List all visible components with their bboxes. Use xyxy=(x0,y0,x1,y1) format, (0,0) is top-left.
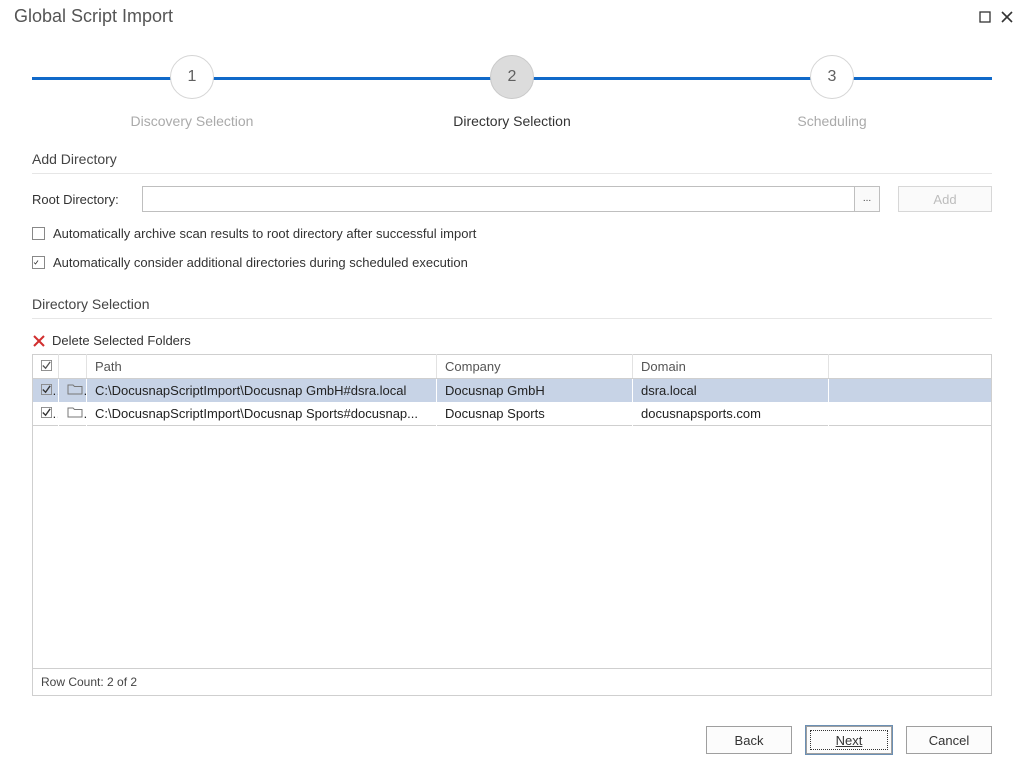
next-button[interactable]: Next xyxy=(806,726,892,754)
cell-company: Docusnap Sports xyxy=(437,402,633,426)
browse-button[interactable]: ... xyxy=(854,186,880,212)
step-directory[interactable]: 2 Directory Selection xyxy=(352,55,672,129)
col-domain[interactable]: Domain xyxy=(633,355,829,379)
consider-check-row: Automatically consider additional direct… xyxy=(32,255,992,270)
archive-label: Automatically archive scan results to ro… xyxy=(53,226,476,241)
row-checkbox[interactable] xyxy=(33,402,59,426)
table-row[interactable]: C:\DocusnapScriptImport\Docusnap GmbH#ds… xyxy=(33,379,992,403)
col-company[interactable]: Company xyxy=(437,355,633,379)
add-button[interactable]: Add xyxy=(898,186,992,212)
window-title: Global Script Import xyxy=(14,6,970,27)
root-directory-label: Root Directory: xyxy=(32,192,142,207)
row-checkbox[interactable] xyxy=(33,379,59,403)
dialog-window: Global Script Import 1 Discovery Selecti… xyxy=(0,0,1024,768)
directory-selection-heading: Directory Selection xyxy=(32,296,992,319)
cancel-button[interactable]: Cancel xyxy=(906,726,992,754)
delete-selected-button[interactable]: Delete Selected Folders xyxy=(32,333,992,348)
back-button[interactable]: Back xyxy=(706,726,792,754)
select-all-header[interactable] xyxy=(33,355,59,379)
add-directory-heading: Add Directory xyxy=(32,151,992,174)
directory-table: Path Company Domain C:\DocusnapScriptImp… xyxy=(32,354,992,426)
folder-icon xyxy=(59,402,87,426)
folder-icon xyxy=(59,379,87,403)
row-count-label: Row Count: 2 of 2 xyxy=(32,669,992,696)
root-directory-input[interactable] xyxy=(142,186,854,212)
wizard-stepper: 1 Discovery Selection 2 Directory Select… xyxy=(32,55,992,135)
cell-company: Docusnap GmbH xyxy=(437,379,633,403)
cell-domain: docusnapsports.com xyxy=(633,402,829,426)
archive-checkbox[interactable] xyxy=(32,227,45,240)
table-scroll-area[interactable] xyxy=(32,426,992,669)
delete-icon xyxy=(32,334,46,348)
table-header: Path Company Domain xyxy=(33,355,992,379)
cell-path: C:\DocusnapScriptImport\Docusnap Sports#… xyxy=(87,402,437,426)
content: 1 Discovery Selection 2 Directory Select… xyxy=(0,31,1024,712)
dialog-button-bar: Back Next Cancel xyxy=(0,712,1024,768)
table-row[interactable]: C:\DocusnapScriptImport\Docusnap Sports#… xyxy=(33,402,992,426)
consider-checkbox[interactable] xyxy=(32,256,45,269)
step-scheduling[interactable]: 3 Scheduling xyxy=(672,55,992,129)
close-icon[interactable] xyxy=(1000,10,1014,24)
maximize-icon[interactable] xyxy=(978,10,992,24)
archive-check-row: Automatically archive scan results to ro… xyxy=(32,226,992,241)
step-discovery[interactable]: 1 Discovery Selection xyxy=(32,55,352,129)
col-path[interactable]: Path xyxy=(87,355,437,379)
titlebar: Global Script Import xyxy=(0,0,1024,31)
cell-domain: dsra.local xyxy=(633,379,829,403)
cell-path: C:\DocusnapScriptImport\Docusnap GmbH#ds… xyxy=(87,379,437,403)
consider-label: Automatically consider additional direct… xyxy=(53,255,468,270)
root-directory-row: Root Directory: ... Add xyxy=(32,186,992,212)
